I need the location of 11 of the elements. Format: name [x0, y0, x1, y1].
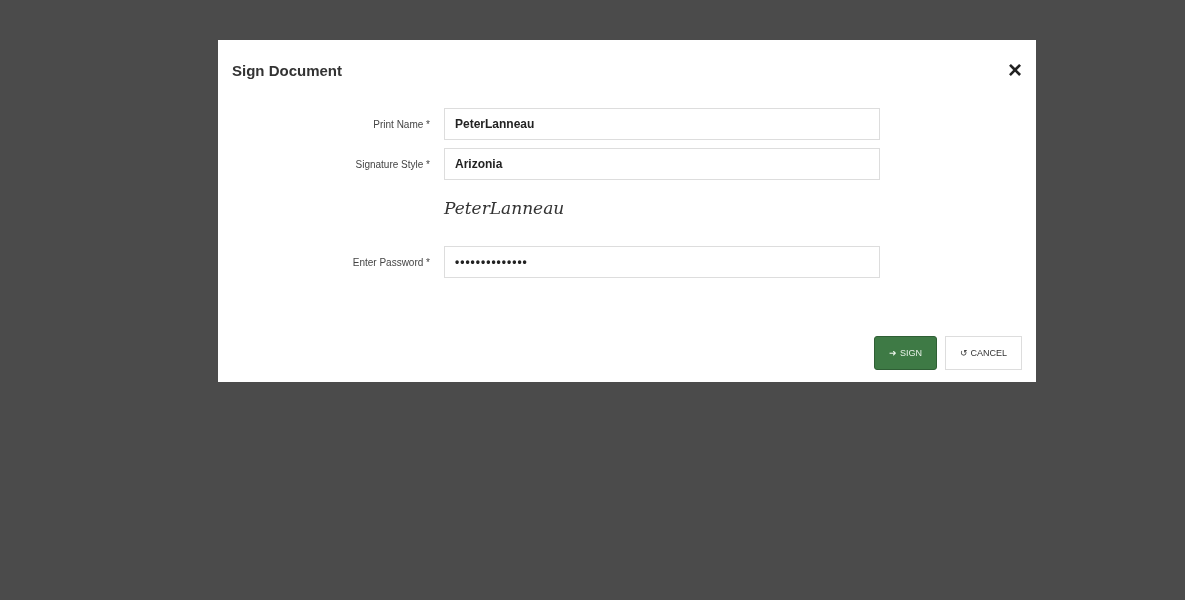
password-field[interactable]: •••••••••••••• [444, 246, 880, 278]
field-label: Print Name * [372, 118, 430, 130]
field-label: Signature Style * [354, 158, 430, 170]
signature-preview: PeterLanneau [444, 197, 565, 220]
sign-button[interactable]: ➜ SIGN [874, 336, 937, 370]
cancel-button[interactable]: ↺ CANCEL [944, 336, 1022, 370]
close-button[interactable]: × [1008, 58, 1022, 82]
input-field[interactable]: PeterLanneau [444, 108, 880, 140]
dialog-title: Sign Document [232, 61, 342, 79]
input-field[interactable]: Arizonia [444, 148, 880, 180]
field-label: Enter Password * [351, 256, 430, 268]
